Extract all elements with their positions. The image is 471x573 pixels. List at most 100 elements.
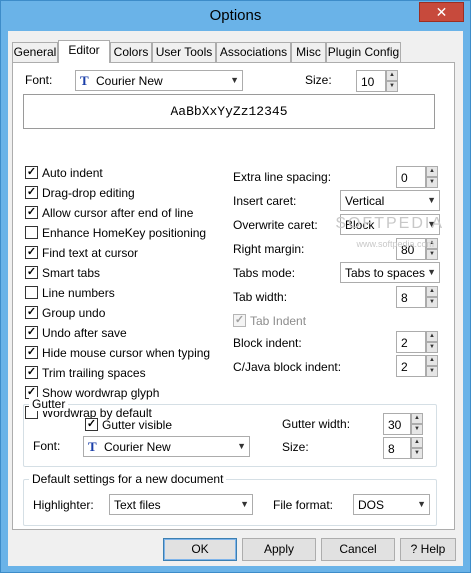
checkmark-icon: ✓ [25, 206, 38, 219]
file-format-value: DOS [358, 498, 385, 512]
spin-down-icon[interactable]: ▼ [386, 81, 398, 92]
font-label: Font: [25, 73, 53, 87]
insert-caret-value: Vertical [345, 194, 385, 208]
dialog-client: General Editor Colors User Tools Associa… [8, 31, 463, 566]
find-text-at-cursor-label: Find text at cursor [42, 246, 139, 260]
checkmark-icon: ✓ [25, 186, 38, 199]
allow-cursor-after-end-of-line-label: Allow cursor after end of line [42, 206, 194, 220]
tabs-mode-label: Tabs mode: [233, 266, 296, 280]
cjava-indent-label: C/Java block indent: [233, 360, 342, 374]
gutter-font-label: Font: [33, 439, 61, 453]
right-margin-label: Right margin: [233, 242, 305, 256]
tab-user-tools[interactable]: User Tools [152, 42, 216, 62]
checkbox-empty-icon [25, 226, 38, 239]
checkmark-icon: ✓ [85, 418, 98, 431]
group-undo-label: Group undo [42, 306, 106, 320]
chevron-down-icon: ▼ [237, 441, 246, 451]
chevron-down-icon: ▼ [240, 499, 249, 509]
spin-up-icon[interactable]: ▲ [426, 286, 438, 297]
smart-tabs-label: Smart tabs [42, 266, 101, 280]
chevron-down-icon: ▼ [427, 267, 436, 277]
spin-up-icon[interactable]: ▲ [411, 413, 423, 424]
tab-associations[interactable]: Associations [216, 42, 291, 62]
tab-general[interactable]: General [12, 42, 58, 62]
help-button-label: Help [420, 542, 446, 556]
softpedia-url-watermark: www.softpedia.com [356, 239, 434, 249]
font-value: Courier New [96, 74, 163, 88]
help-button[interactable]: ? Help [400, 538, 456, 561]
checkmark-icon: ✓ [25, 166, 38, 179]
gutter-visible-label: Gutter visible [102, 418, 173, 432]
font-select[interactable]: T Courier New ▼ [75, 70, 243, 91]
spin-up-icon[interactable]: ▲ [426, 331, 438, 342]
gutter-font-select[interactable]: T Courier New ▼ [83, 436, 250, 457]
gutter-font-value: Courier New [104, 440, 171, 454]
spin-down-icon[interactable]: ▼ [426, 297, 438, 308]
highlighter-select[interactable]: Text files ▼ [109, 494, 253, 515]
tab-indent-label: Tab Indent [250, 314, 307, 328]
spin-down-icon[interactable]: ▼ [426, 366, 438, 377]
block-indent-label: Block indent: [233, 336, 302, 350]
tab-colors[interactable]: Colors [110, 42, 152, 62]
gutter-group-title: Gutter [29, 397, 69, 411]
line-numbers-label: Line numbers [42, 286, 115, 300]
checkmark-icon: ✓ [233, 314, 246, 327]
help-question-icon: ? [410, 542, 418, 556]
tabs-mode-value: Tabs to spaces [345, 266, 426, 280]
checkmark-icon: ✓ [25, 346, 38, 359]
spin-up-icon[interactable]: ▲ [426, 355, 438, 366]
extra-line-spacing-label: Extra line spacing: [233, 170, 332, 184]
spin-down-icon[interactable]: ▼ [411, 448, 423, 459]
spin-down-icon[interactable]: ▼ [426, 342, 438, 353]
font-preview: AaBbXxYyZz12345 [23, 94, 435, 129]
tabs-mode-select[interactable]: Tabs to spaces ▼ [340, 262, 440, 283]
window-title: Options [209, 7, 262, 24]
checkbox-empty-icon [25, 286, 38, 299]
checkmark-icon: ✓ [25, 266, 38, 279]
gutter-size-value: 8 [388, 442, 395, 456]
spin-up-icon[interactable]: ▲ [411, 437, 423, 448]
chevron-down-icon: ▼ [427, 195, 436, 205]
chevron-down-icon: ▼ [417, 499, 426, 509]
editor-panel: Font: T Courier New ▼ Size: 10 ▲ ▼ AaBbXxY… [12, 62, 455, 530]
close-button[interactable]: ✕ [419, 2, 464, 22]
highlighter-value: Text files [114, 498, 161, 512]
undo-after-save-label: Undo after save [42, 326, 127, 340]
font-size-value: 10 [361, 75, 375, 89]
tab-width-value: 8 [401, 291, 408, 305]
checkmark-icon: ✓ [25, 246, 38, 259]
enhance-homekey-positioning-label: Enhance HomeKey positioning [42, 226, 207, 240]
truetype-font-icon: T [80, 73, 89, 88]
spin-down-icon[interactable]: ▼ [426, 177, 438, 188]
file-format-select[interactable]: DOS ▼ [353, 494, 430, 515]
size-label: Size: [305, 73, 332, 87]
trim-trailing-spaces-label: Trim trailing spaces [42, 366, 146, 380]
highlighter-label: Highlighter: [33, 498, 94, 512]
ok-button[interactable]: OK [163, 538, 237, 561]
title-bar[interactable]: Options ✕ [1, 1, 470, 31]
spin-up-icon[interactable]: ▲ [386, 70, 398, 81]
spin-down-icon[interactable]: ▼ [411, 424, 423, 435]
block-indent-value: 2 [401, 336, 408, 350]
tab-editor[interactable]: Editor [58, 40, 110, 63]
cancel-button[interactable]: Cancel [321, 538, 395, 561]
cjava-indent-value: 2 [401, 360, 408, 374]
tab-misc[interactable]: Misc [291, 42, 326, 62]
spin-up-icon[interactable]: ▲ [426, 166, 438, 177]
checkmark-icon: ✓ [25, 326, 38, 339]
gutter-width-value: 30 [388, 418, 402, 432]
defaults-group-title: Default settings for a new document [29, 472, 227, 486]
overwrite-caret-label: Overwrite caret: [233, 218, 318, 232]
tab-plugin-config[interactable]: Plugin Config [326, 42, 401, 62]
gutter-size-label: Size: [282, 440, 309, 454]
apply-button[interactable]: Apply [242, 538, 316, 561]
extra-line-spacing-value: 0 [401, 171, 408, 185]
checkmark-icon: ✓ [25, 306, 38, 319]
hide-mouse-cursor-when-typing-label: Hide mouse cursor when typing [42, 346, 211, 360]
spin-down-icon[interactable]: ▼ [426, 249, 438, 260]
truetype-font-icon: T [88, 439, 97, 454]
drag-drop-editing-label: Drag-drop editing [42, 186, 135, 200]
options-window: Options ✕ General Editor Colors User Too… [0, 0, 471, 573]
insert-caret-select[interactable]: Vertical ▼ [340, 190, 440, 211]
auto-indent-label: Auto indent [42, 166, 103, 180]
